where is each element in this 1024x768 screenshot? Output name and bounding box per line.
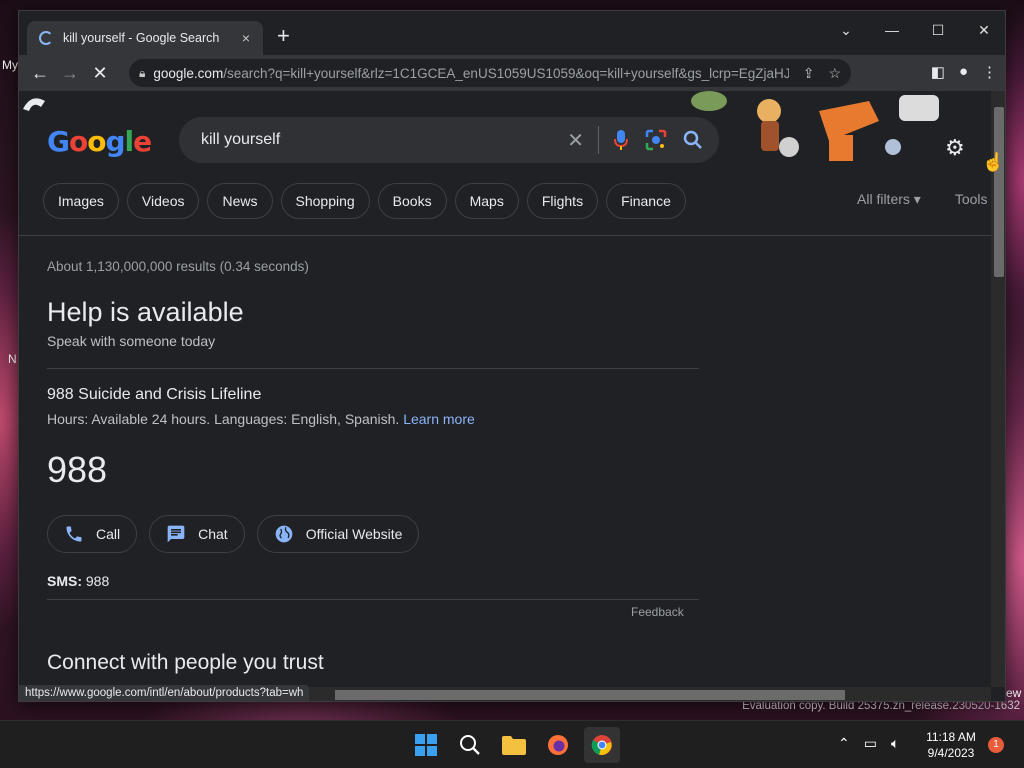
chevron-up-icon[interactable]: ⌃ <box>838 735 850 752</box>
chip-news[interactable]: News <box>207 183 273 219</box>
search-results-page: Google kill yourself ✕ ⚙ Images Videos N… <box>19 91 991 687</box>
connect-section-title: Connect with people you trust <box>47 651 324 674</box>
taskbar: ⌃ ▭ 🔈︎ 11:18 AM 9/4/2023 1 <box>0 720 1024 768</box>
system-tray: ⌃ ▭ 🔈︎ <box>838 735 899 752</box>
lifeline-name: 988 Suicide and Crisis Lifeline <box>47 386 262 403</box>
help-divider <box>47 368 699 369</box>
menu-kebab-icon[interactable]: ⋮ <box>982 63 997 81</box>
lifeline-hours: Hours: Available 24 hours. Languages: En… <box>47 411 475 427</box>
link-preview-status: https://www.google.com/intl/en/about/pro… <box>19 685 310 701</box>
url-text[interactable]: google.com/search?q=kill+yourself&rlz=1C… <box>153 66 788 81</box>
chip-finance[interactable]: Finance <box>606 183 686 219</box>
results-stats: About 1,130,000,000 results (0.34 second… <box>47 259 309 274</box>
official-website-button[interactable]: Official Website <box>256 515 420 553</box>
clear-search-icon[interactable]: ✕ <box>567 128 584 153</box>
all-filters-dropdown[interactable]: All filters ▾ <box>857 191 921 208</box>
header-divider <box>19 235 991 236</box>
network-icon[interactable]: ▭ <box>864 735 877 752</box>
globe-icon <box>275 525 293 543</box>
new-tab-button[interactable]: + <box>277 25 290 47</box>
tab-title: kill yourself - Google Search <box>63 31 220 45</box>
volume-icon[interactable]: 🔈︎ <box>891 735 899 752</box>
file-explorer-button[interactable] <box>496 727 532 763</box>
doodle-fragment-icon <box>23 98 45 111</box>
lifeline-phone-number[interactable]: 988 <box>47 449 107 491</box>
chip-maps[interactable]: Maps <box>454 183 519 219</box>
lifeline-actions: Call Chat Official Website <box>47 515 420 553</box>
back-arrow-icon[interactable]: ← <box>25 63 55 84</box>
help-panel-title: Help is available <box>47 297 244 327</box>
chip-shopping[interactable]: Shopping <box>280 183 370 219</box>
search-icon <box>460 735 480 755</box>
browser-window: kill yourself - Google Search × + ⌄ — ☐ … <box>18 10 1006 702</box>
chip-flights[interactable]: Flights <box>526 183 599 219</box>
phone-icon <box>66 526 82 542</box>
notification-badge[interactable]: 1 <box>988 737 1004 753</box>
chip-videos[interactable]: Videos <box>126 183 200 219</box>
lock-icon[interactable]: 🔒︎ <box>139 66 145 81</box>
tab-close-icon[interactable]: × <box>237 30 255 46</box>
chrome-button[interactable] <box>584 727 620 763</box>
settings-gear-icon[interactable]: ⚙ <box>945 135 965 161</box>
search-box[interactable]: kill yourself ✕ <box>179 117 719 163</box>
vertical-scrollbar[interactable] <box>991 91 1005 687</box>
loading-spinner-icon <box>39 31 53 45</box>
learn-more-link[interactable]: Learn more <box>403 411 475 427</box>
share-icon[interactable]: ⇪ <box>803 65 815 82</box>
folder-icon <box>502 736 526 755</box>
bookmark-star-icon[interactable]: ☆ <box>828 65 841 82</box>
search-magnifier-icon[interactable] <box>683 130 703 150</box>
tools-button[interactable]: Tools <box>955 191 988 208</box>
google-doodle-logo[interactable]: Google <box>47 125 152 161</box>
windows-logo-icon <box>415 734 437 756</box>
minimize-button[interactable]: — <box>869 15 915 45</box>
taskbar-clock[interactable]: 11:18 AM 9/4/2023 <box>920 729 982 761</box>
search-divider <box>598 126 599 154</box>
address-bar[interactable]: 🔒︎ google.com/search?q=kill+yourself&rlz… <box>129 59 851 87</box>
stop-loading-icon[interactable]: ✕ <box>85 63 115 84</box>
search-filter-chips: Images Videos News Shopping Books Maps F… <box>43 183 686 219</box>
browser-tab[interactable]: kill yourself - Google Search × <box>27 21 263 55</box>
chip-books[interactable]: Books <box>377 183 447 219</box>
chat-button[interactable]: Chat <box>149 515 245 553</box>
close-window-button[interactable]: ✕ <box>961 15 1005 45</box>
desktop-edge-text: ew <box>1006 686 1022 700</box>
vertical-scroll-thumb[interactable] <box>994 107 1004 277</box>
horizontal-scroll-thumb[interactable] <box>335 690 845 700</box>
chip-images[interactable]: Images <box>43 183 119 219</box>
profile-icon[interactable]: ● <box>959 63 968 81</box>
firefox-icon <box>548 735 568 755</box>
start-button[interactable] <box>408 727 444 763</box>
desktop-icon-label[interactable]: N <box>8 352 17 366</box>
voice-search-mic-icon[interactable] <box>613 129 629 151</box>
chat-bubble-icon <box>167 525 185 543</box>
maximize-button[interactable]: ☐ <box>915 15 961 45</box>
browser-toolbar: ← → ✕ 🔒︎ google.com/search?q=kill+yourse… <box>19 55 1005 91</box>
side-panel-icon[interactable]: ◧ <box>931 63 945 81</box>
call-button[interactable]: Call <box>47 515 138 553</box>
taskbar-search-button[interactable] <box>452 727 488 763</box>
firefox-button[interactable] <box>540 727 576 763</box>
lens-camera-icon[interactable] <box>645 129 667 151</box>
sms-divider <box>47 599 699 600</box>
desktop-icon-label[interactable]: My <box>2 58 18 72</box>
feedback-link[interactable]: Feedback <box>631 605 684 619</box>
title-bar: kill yourself - Google Search × + ⌄ — ☐ … <box>19 11 1005 55</box>
tab-search-icon[interactable]: ⌄ <box>823 15 869 45</box>
caret-down-icon: ▾ <box>913 191 921 207</box>
search-input[interactable]: kill yourself <box>201 131 567 149</box>
help-panel-subtitle: Speak with someone today <box>47 333 216 349</box>
forward-arrow-icon[interactable]: → <box>55 63 85 84</box>
chrome-icon <box>591 735 612 755</box>
sms-info: SMS: 988 <box>47 573 110 589</box>
hand-cursor-icon: ☝ <box>982 152 1005 172</box>
